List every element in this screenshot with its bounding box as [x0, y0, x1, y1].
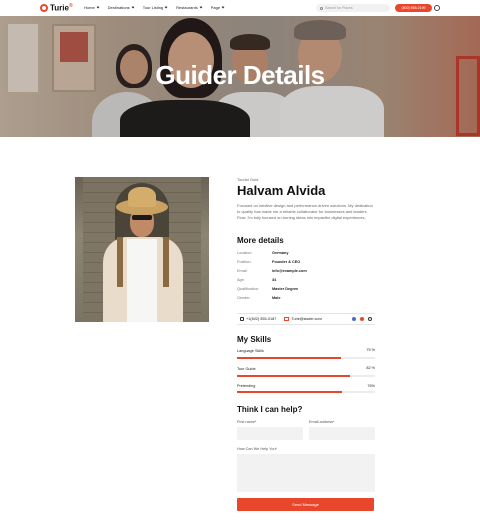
- skill-value: 75 %: [366, 348, 375, 352]
- detail-row: Age: 34: [237, 278, 277, 282]
- email-field[interactable]: [309, 427, 375, 440]
- detail-row: Email: info@example.com: [237, 269, 307, 273]
- photo-hat: [128, 187, 156, 207]
- detail-row: Gender: Male: [237, 296, 281, 300]
- logo-mark-icon: [40, 3, 48, 12]
- skill-bar: [237, 375, 375, 377]
- guide-role-label: Tourist Guid: [237, 177, 259, 182]
- guide-photo: [75, 177, 209, 322]
- email-label: Email address*: [309, 420, 335, 424]
- photo-strap: [163, 237, 169, 287]
- skill-label: Language Skills: [237, 349, 264, 353]
- photo-sunglasses: [132, 215, 152, 220]
- chevron-down-icon: [131, 5, 135, 9]
- chevron-down-icon: [164, 5, 168, 9]
- menu-item-destinations[interactable]: Destinations: [108, 5, 135, 10]
- top-navbar: Turie® Home Destinations Tour Listing Re…: [0, 0, 480, 16]
- contact-email[interactable]: Turie@sisder.com: [291, 317, 322, 321]
- message-label: How Can We Help You*: [237, 447, 278, 451]
- chevron-down-icon: [199, 5, 203, 9]
- skill-value: 76%: [367, 384, 375, 388]
- chevron-down-icon: [96, 5, 100, 9]
- phone-icon: [240, 317, 244, 321]
- x-icon[interactable]: [360, 317, 364, 321]
- send-message-button[interactable]: Send Message: [237, 498, 374, 511]
- contact-bar: +1(602) 555-0187 Turie@sisder.com: [237, 313, 375, 325]
- skill-bar-fill: [237, 375, 351, 377]
- form-heading: Think I can help?: [237, 405, 303, 414]
- main-menu: Home Destinations Tour Listing Restauran…: [84, 5, 225, 10]
- phone-button[interactable]: (800) 555-0199: [395, 4, 432, 12]
- guide-bio: Focused on intuitive design and performa…: [237, 203, 373, 220]
- photo-strap: [117, 237, 123, 287]
- hero-banner: Guider Details: [0, 16, 480, 137]
- skill-bar: [237, 357, 375, 359]
- skill-bar-fill: [237, 357, 341, 359]
- message-textarea[interactable]: [237, 454, 375, 492]
- skill-bar: [237, 391, 375, 393]
- full-name-label: First name*: [237, 420, 257, 424]
- chevron-down-icon: [221, 5, 225, 9]
- detail-row: Location: Germany: [237, 251, 289, 255]
- skill-bar-fill: [237, 391, 342, 393]
- skill-value: 82 %: [366, 366, 375, 370]
- full-name-field[interactable]: [237, 427, 303, 440]
- menu-item-restaurants[interactable]: Restaurants: [176, 5, 203, 10]
- logo-text: Turie®: [50, 3, 73, 13]
- search-placeholder: Search for Places: [325, 6, 353, 10]
- menu-item-home[interactable]: Home: [84, 5, 100, 10]
- menu-item-page[interactable]: Page: [211, 5, 225, 10]
- mail-icon: [284, 317, 290, 321]
- photo-tshirt: [127, 239, 157, 322]
- skill-label: Pretending: [237, 384, 256, 388]
- skill-label: Tour Guide: [237, 367, 256, 371]
- page-title: Guider Details: [155, 60, 325, 90]
- search-icon: [320, 6, 323, 10]
- instagram-icon[interactable]: [368, 317, 372, 321]
- details-heading: More details: [237, 236, 284, 245]
- contact-phone[interactable]: +1(602) 555-0187: [246, 317, 276, 321]
- facebook-icon[interactable]: [352, 317, 356, 321]
- logo[interactable]: Turie®: [40, 3, 73, 13]
- menu-item-tour-listing[interactable]: Tour Listing: [143, 5, 168, 10]
- user-icon[interactable]: [434, 5, 440, 11]
- detail-row: Qualification: Master Degree: [237, 287, 299, 291]
- detail-row: Position: Founder & CEO: [237, 260, 301, 264]
- search-input[interactable]: Search for Places: [316, 4, 390, 12]
- guide-name: Halvam Alvida: [237, 183, 326, 198]
- skills-heading: My Skills: [237, 335, 272, 344]
